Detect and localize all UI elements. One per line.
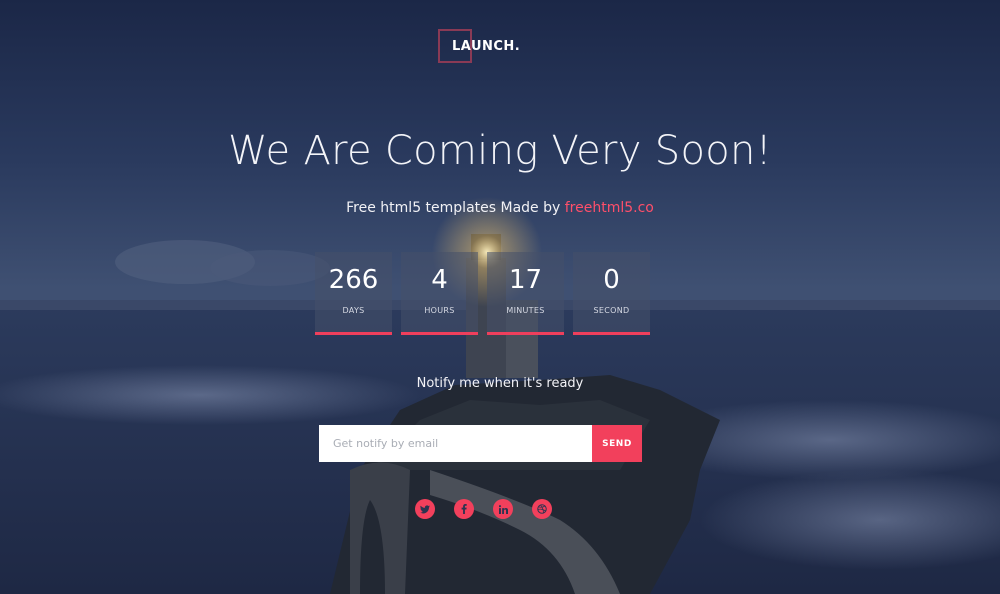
countdown-hours: 4 HOURS — [401, 252, 478, 335]
countdown-seconds: 0 SECOND — [573, 252, 650, 335]
minutes-value: 17 — [508, 265, 543, 295]
days-label: DAYS — [342, 306, 365, 315]
seconds-label: SECOND — [593, 306, 630, 315]
twitter-button[interactable] — [415, 499, 435, 519]
hours-label: HOURS — [424, 306, 455, 315]
countdown-timer: 266 DAYS 4 HOURS 17 MINUTES 0 SECOND — [315, 252, 650, 335]
notify-title: Notify me when it's ready — [416, 376, 584, 391]
hours-value: 4 — [431, 265, 448, 295]
linkedin-icon — [498, 504, 508, 514]
dribbble-icon — [537, 504, 547, 514]
page-title: We Are Coming Very Soon! — [228, 128, 772, 174]
countdown-minutes: 17 MINUTES — [487, 252, 564, 335]
dribbble-button[interactable] — [532, 499, 552, 519]
days-value: 266 — [328, 265, 379, 295]
social-links — [415, 499, 552, 519]
facebook-button[interactable] — [454, 499, 474, 519]
logo[interactable]: LAUNCH. — [438, 29, 520, 63]
logo-text: LAUNCH. — [452, 38, 521, 54]
countdown-days: 266 DAYS — [315, 252, 392, 335]
notify-form: SEND — [319, 425, 642, 462]
seconds-value: 0 — [603, 265, 620, 295]
linkedin-button[interactable] — [493, 499, 513, 519]
minutes-label: MINUTES — [506, 306, 545, 315]
subtitle-text: Free html5 templates Made by — [346, 200, 565, 216]
send-button[interactable]: SEND — [592, 425, 642, 462]
subtitle: Free html5 templates Made by freehtml5.c… — [0, 200, 1000, 216]
email-field[interactable] — [319, 425, 592, 462]
brand-link[interactable]: freehtml5.co — [565, 200, 654, 216]
facebook-icon — [461, 504, 467, 514]
twitter-icon — [420, 504, 430, 513]
